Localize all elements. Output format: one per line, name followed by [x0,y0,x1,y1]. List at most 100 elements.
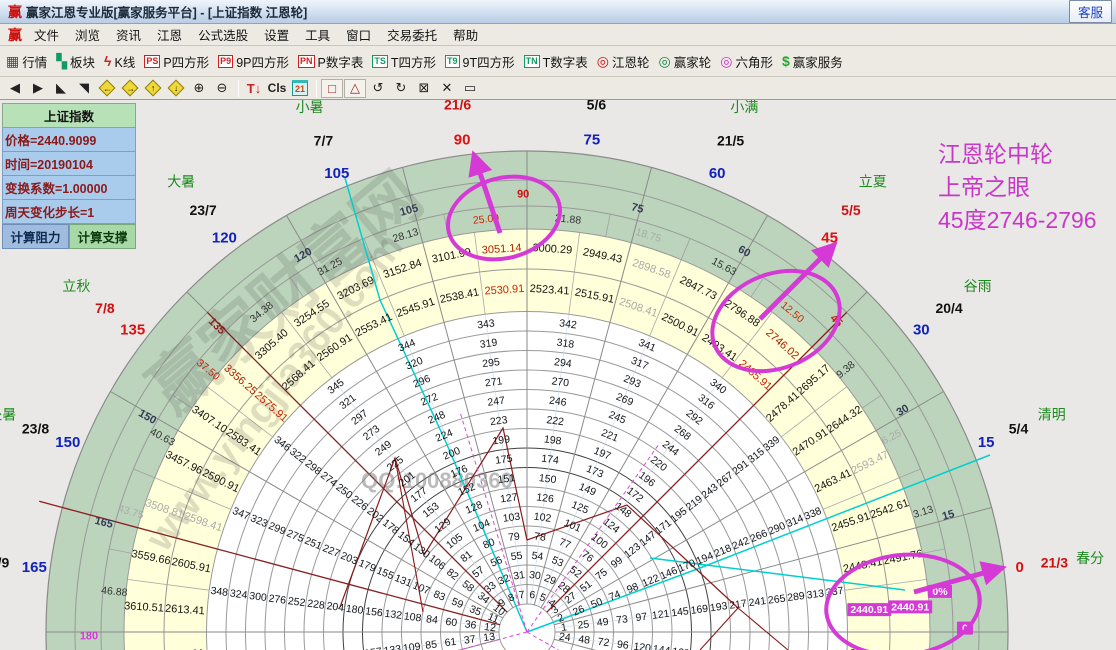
wheel-number: 294 [553,356,572,370]
toolbar-button-9T四方形[interactable]: T9 9T四方形 [445,52,515,71]
wheel-number: 223 [489,414,508,428]
wheel-number: 150 [538,472,557,486]
wheel-number: 276 [268,593,287,607]
symbol-title: 上证指数 [2,103,136,128]
wheel-number: 318 [556,337,575,351]
wheel-number: 343 [477,317,496,331]
menu-item-6[interactable]: 工具 [297,23,338,46]
highlighted-value: 2440.91 [850,604,888,616]
rotate-cw-icon[interactable]: ↻ [390,79,412,98]
delete-box-icon[interactable]: ⊠ [413,79,435,98]
flip-up-icon[interactable]: ◣ [50,79,72,98]
outer-degree-label: 120 [212,230,237,247]
wheel-number: 120 [633,641,652,650]
step-up-icon[interactable]: ↑ [142,79,164,98]
gann-wheel-icon: ◎ [596,53,609,69]
menu-item-2[interactable]: 资讯 [108,23,149,46]
solar-term-label: 谷雨 [964,278,992,294]
outer-degree-label: 45 [821,230,838,247]
toolbar-button-赢家服务[interactable]: $ 赢家服务 [782,52,843,71]
solar-term-label: 大暑 [167,173,195,189]
wheel-number: 199 [492,433,511,447]
menu-item-4[interactable]: 公式选股 [190,23,256,46]
step-right-icon[interactable]: → [119,79,141,98]
menu-item-1[interactable]: 浏览 [67,23,108,46]
menu-item-9[interactable]: 帮助 [445,23,486,46]
toolbar-button-P四方形[interactable]: PS P四方形 [144,52,209,71]
toolbar-button-label: 赢家轮 [673,55,712,70]
zoom-in-icon[interactable]: ⊕ [188,79,210,98]
toolbar-button-T数字表[interactable]: TN T数字表 [523,52,588,71]
customer-service-button[interactable]: 客服 [1068,0,1112,23]
wheel-number: 180 [345,603,364,617]
outer-degree-label: 15 [978,434,995,451]
wheel-number: 72 [597,636,610,649]
menu-bar: 赢 文件 浏览 资讯 江恩 公式选股 设置 工具 窗口 交易委托 帮助 [0,24,1116,46]
center-icon[interactable]: ✕ [436,79,458,98]
wheel-number: 127 [499,491,518,505]
panel-row-0: 价格=2440.9099 [2,128,136,152]
wheel-number: 85 [425,638,438,650]
toolbar-button-label: P四方形 [163,55,210,70]
zoom-out-icon[interactable]: ⊖ [211,79,233,98]
rotate-right-icon[interactable]: ▶ [27,79,49,98]
wheel-number: 342 [559,317,578,331]
wheel-number: 73 [615,613,628,626]
app-logo-icon: 赢 [8,3,22,20]
wheel-toolbar: ◀ ▶ ◣ ◥ ← → ↑ ↓ ⊕ ⊖ T↓ Cls 21 □ △ ↺ ↻ ⊠ ✕ ▭ [0,77,1116,100]
wheel-number: 30 [528,569,541,582]
calc-support-button[interactable]: 计算支撑 [69,224,136,249]
toolbar-button-P数字表[interactable]: PN P数字表 [297,52,364,71]
square-tool-icon[interactable]: □ [321,78,343,98]
toolbar-button-六角形[interactable]: ◎ 六角形 [720,52,773,71]
display-icon[interactable]: ▭ [459,79,481,98]
menu-item-7[interactable]: 窗口 [338,23,379,46]
wheel-number: 102 [533,511,552,525]
percent-value: 46.88 [101,585,128,600]
panel-row-3: 周天变化步长=1 [2,200,136,224]
toolbar-button-label: P数字表 [317,55,364,70]
triangle-tool-icon[interactable]: △ [344,78,366,98]
annotation-line: 江恩轮中轮 [938,141,1053,167]
toolbar-button-板块[interactable]: ▚ 板块 [56,52,95,71]
toolbar-button-label: 9P四方形 [236,55,289,70]
ps-icon: PS [144,54,161,68]
table-icon: ▦ [6,53,20,69]
wheel-number: 204 [326,600,345,614]
step-left-icon[interactable]: ← [96,79,118,98]
toolbar-button-赢家轮[interactable]: ◎ 赢家轮 [658,52,711,71]
toolbar-button-行情[interactable]: ▦ 行情 [6,52,47,71]
menu-item-0[interactable]: 文件 [26,23,67,46]
step-down-icon[interactable]: ↓ [165,79,187,98]
toolbar-button-label: 9T四方形 [462,55,515,70]
wheel-number: 49 [596,616,609,629]
rotate-ccw-icon[interactable]: ↺ [367,79,389,98]
degree-value: 90 [517,188,529,200]
toolbar-button-K线[interactable]: ϟ K线 [104,52,135,71]
menu-item-3[interactable]: 江恩 [149,23,190,46]
calendar-icon[interactable]: 21 [289,79,311,98]
wheel-number: 48 [578,633,591,646]
date-label: 23/7 [189,202,216,218]
toolbar-button-T四方形[interactable]: TS T四方形 [372,52,436,71]
toolbar-button-9P四方形[interactable]: P9 9P四方形 [218,52,289,71]
toolbar-button-江恩轮[interactable]: ◎ 江恩轮 [597,52,650,71]
flip-down-icon[interactable]: ◥ [73,79,95,98]
wheel-number: 25 [577,618,590,631]
cls-button[interactable]: Cls [266,79,288,98]
wheel-number: 96 [616,638,629,650]
wheel-number: 174 [541,453,560,467]
wheel-number: 247 [487,395,506,409]
wheel-number: 348 [210,585,229,599]
menu-item-8[interactable]: 交易委托 [379,23,445,46]
wheel-number: 103 [502,511,521,525]
menu-item-5[interactable]: 设置 [256,23,297,46]
toolbar-button-label: 板块 [70,55,96,70]
wheel-number: 132 [384,608,403,622]
date-label: 5/4 [1009,420,1029,436]
pn-icon: PN [297,54,315,68]
time-axis-icon[interactable]: T↓ [243,79,265,98]
date-label: 23/8 [22,420,49,436]
rotate-left-icon[interactable]: ◀ [4,79,26,98]
calc-resistance-button[interactable]: 计算阻力 [2,224,69,249]
